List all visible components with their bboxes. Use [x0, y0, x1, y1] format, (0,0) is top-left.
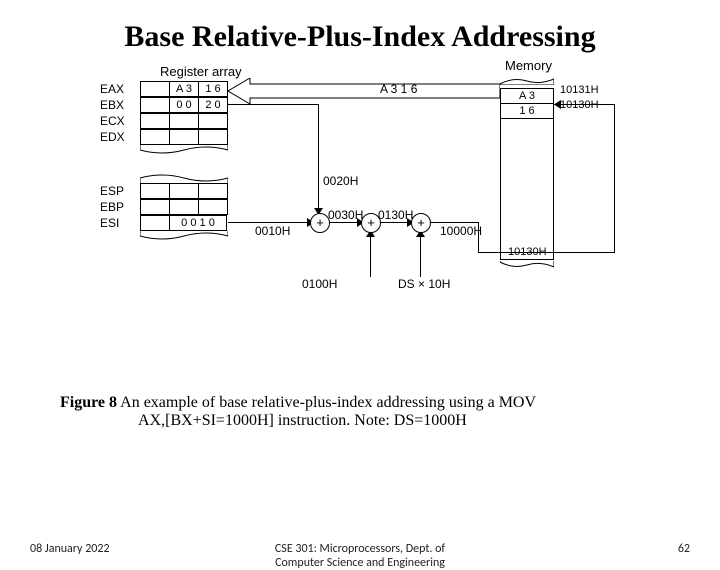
- arrow-left-icon: [554, 100, 561, 109]
- ebx-wire-v: [318, 104, 319, 211]
- addr-path-top: [554, 104, 614, 105]
- memory-label: Memory: [505, 58, 552, 73]
- reg-edx: [140, 129, 228, 145]
- footer-page: 62: [678, 542, 690, 556]
- page-title: Base Relative-Plus-Index Addressing: [0, 20, 720, 54]
- ebx-wire-h: [228, 104, 318, 105]
- ds-calc-label: DS × 10H: [398, 277, 450, 291]
- data-bus-arrow: [228, 78, 500, 104]
- mem-addr-0: 10131H: [560, 84, 599, 96]
- mem-cell-1: 1 6: [500, 104, 554, 119]
- caption-line1: An example of base relative-plus-index a…: [117, 394, 536, 411]
- reg-block1-bottom-wave: [140, 144, 228, 156]
- sum1-value: 0030H: [328, 208, 363, 222]
- mem-addr-1: 10130H: [560, 99, 599, 111]
- addr-path-up: [478, 222, 479, 252]
- reg-eax: A 3 1 6: [140, 81, 228, 97]
- disp-value: 0100H: [302, 277, 337, 291]
- register-array-label: Register array: [160, 64, 242, 79]
- footer-course: CSE 301: Microprocessors, Dept. of Compu…: [0, 542, 720, 570]
- disp-wire: [370, 232, 371, 277]
- sum1-wire: [329, 222, 360, 223]
- reg-esp: [140, 183, 228, 199]
- sum2-value: 0130H: [378, 208, 413, 222]
- memory-column: A 3 1 6: [500, 74, 554, 274]
- reg-name-ebp: EBP: [100, 200, 124, 214]
- caption-line2: AX,[BX+SI=1000H] instruction. Note: DS=1…: [60, 412, 660, 430]
- data-bus-value: A 3 1 6: [380, 82, 417, 96]
- adder-1: +: [310, 213, 330, 233]
- adder-3: +: [411, 213, 431, 233]
- esi-value: 0010H: [255, 224, 290, 238]
- ebx-value: 0020H: [323, 174, 358, 188]
- figure-caption: Figure 8 An example of base relative-plu…: [60, 394, 660, 430]
- sum2-wire: [380, 222, 410, 223]
- reg-name-ebx: EBX: [100, 98, 124, 112]
- esi-wire: [228, 222, 310, 223]
- figure-label: Figure 8: [60, 394, 117, 411]
- ds-out-wire: [430, 222, 478, 223]
- reg-name-esp: ESP: [100, 184, 124, 198]
- reg-block2-bottom-wave: [140, 230, 228, 242]
- addressing-diagram: Register array EAX A 3 1 6 EBX 0 0 2 0 E…: [40, 64, 680, 364]
- reg-name-esi: ESI: [100, 216, 119, 230]
- reg-ecx: [140, 113, 228, 129]
- reg-name-eax: EAX: [100, 82, 124, 96]
- reg-esi: 0 0 1 0: [140, 215, 227, 231]
- addr-path-bot: [478, 252, 615, 253]
- reg-ebx: 0 0 2 0: [140, 97, 228, 113]
- reg-name-edx: EDX: [100, 130, 125, 144]
- reg-name-ecx: ECX: [100, 114, 125, 128]
- adder-2: +: [361, 213, 381, 233]
- reg-ebp: [140, 199, 228, 215]
- addr-path-v: [614, 104, 615, 252]
- mem-cell-0: A 3: [500, 88, 554, 104]
- ds-wire: [420, 232, 421, 277]
- ds-out-value: 10000H: [440, 224, 482, 238]
